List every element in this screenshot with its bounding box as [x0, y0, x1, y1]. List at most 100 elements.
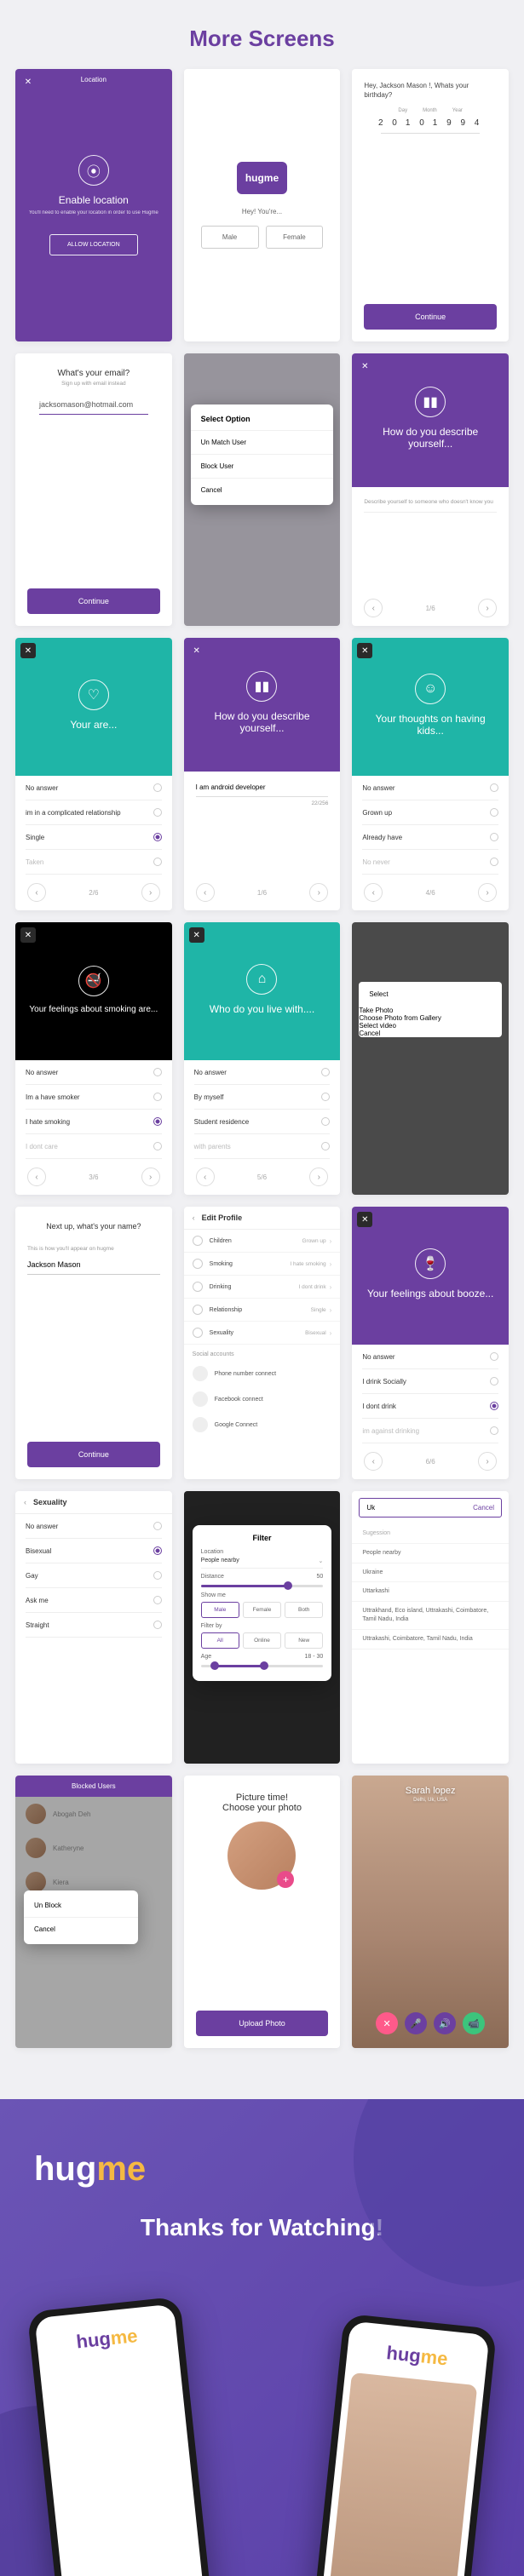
continue-button[interactable]: Continue: [364, 304, 497, 330]
filterby-segment[interactable]: AllOnlineNew: [201, 1632, 324, 1649]
edit-row[interactable]: SmokingI hate smoking›: [184, 1253, 341, 1276]
hangup-button[interactable]: ✕: [376, 2012, 398, 2034]
take-photo-option[interactable]: Take Photo: [359, 1007, 502, 1014]
prev-button[interactable]: ‹: [364, 1452, 383, 1471]
option-row[interactable]: I dont drink: [362, 1394, 498, 1419]
option-row[interactable]: im in a complicated relationship: [26, 800, 162, 825]
char-count: 22/256: [196, 800, 329, 806]
email-input[interactable]: jacksomason@hotmail.com: [39, 395, 148, 415]
option-row[interactable]: Gay: [26, 1563, 162, 1588]
video-button[interactable]: 📹: [463, 2012, 485, 2034]
next-button[interactable]: ›: [309, 883, 328, 902]
option-row[interactable]: Single: [26, 825, 162, 850]
unmatch-option[interactable]: Un Match User: [191, 430, 334, 454]
next-button[interactable]: ›: [478, 599, 497, 617]
social-row[interactable]: Google Connect: [184, 1412, 341, 1437]
female-option[interactable]: Female: [266, 226, 324, 249]
next-button[interactable]: ›: [141, 883, 160, 902]
baby-icon: ☺: [415, 674, 446, 704]
search-result[interactable]: Uttarkashi: [352, 1582, 509, 1602]
option-row[interactable]: Already have: [362, 825, 498, 850]
next-button[interactable]: ›: [478, 1452, 497, 1471]
back-icon[interactable]: ‹: [24, 1498, 26, 1506]
edit-row[interactable]: DrinkingI dont drink›: [184, 1276, 341, 1299]
unblock-option[interactable]: Un Block: [24, 1894, 138, 1917]
option-row[interactable]: Straight: [26, 1613, 162, 1638]
edit-row[interactable]: RelationshipSingle›: [184, 1299, 341, 1322]
prev-button[interactable]: ‹: [364, 883, 383, 902]
option-row[interactable]: Grown up: [362, 800, 498, 825]
close-icon[interactable]: ✕: [357, 643, 372, 658]
cancel-option[interactable]: Cancel: [24, 1917, 138, 1941]
option-row[interactable]: Bisexual: [26, 1539, 162, 1563]
close-icon[interactable]: ✕: [20, 74, 36, 89]
prev-button[interactable]: ‹: [364, 599, 383, 617]
distance-slider[interactable]: [201, 1585, 324, 1587]
option-row[interactable]: No answer: [194, 1060, 331, 1085]
option-row[interactable]: I hate smoking: [26, 1110, 162, 1134]
option-row[interactable]: with parents: [194, 1134, 331, 1159]
allow-location-button[interactable]: ALLOW LOCATION: [49, 234, 138, 255]
option-row[interactable]: No answer: [362, 1345, 498, 1369]
prev-button[interactable]: ‹: [196, 883, 215, 902]
cancel-option[interactable]: Cancel: [191, 478, 334, 502]
section-label: Social accounts: [184, 1345, 341, 1361]
date-picker[interactable]: 2 01 01 9 9 4: [364, 118, 497, 128]
prev-button[interactable]: ‹: [27, 1168, 46, 1186]
next-button[interactable]: ›: [478, 883, 497, 902]
cancel-option[interactable]: Cancel: [359, 1030, 502, 1037]
search-result[interactable]: People nearby: [352, 1544, 509, 1563]
location-field[interactable]: People nearby⌄: [201, 1558, 324, 1569]
option-row[interactable]: I drink Socially: [362, 1369, 498, 1394]
mic-button[interactable]: 🎤: [405, 2012, 427, 2034]
option-row[interactable]: No never: [362, 850, 498, 875]
social-row[interactable]: Phone number connect: [184, 1361, 341, 1386]
choose-gallery-option[interactable]: Choose Photo from Gallery: [359, 1014, 502, 1022]
social-row[interactable]: Facebook connect: [184, 1386, 341, 1412]
upload-photo-button[interactable]: Upload Photo: [196, 2011, 329, 2036]
option-row[interactable]: Im a have smoker: [26, 1085, 162, 1110]
next-button[interactable]: ›: [141, 1168, 160, 1186]
prev-button[interactable]: ‹: [27, 883, 46, 902]
name-input[interactable]: Jackson Mason: [27, 1255, 160, 1275]
option-row[interactable]: Student residence: [194, 1110, 331, 1134]
add-photo-icon[interactable]: +: [277, 1871, 294, 1888]
speaker-button[interactable]: 🔊: [434, 2012, 456, 2034]
cancel-button[interactable]: Cancel: [473, 1504, 494, 1512]
option-row[interactable]: Taken: [26, 850, 162, 875]
block-option[interactable]: Block User: [191, 454, 334, 478]
gender-segment[interactable]: MaleFemaleBoth: [201, 1602, 324, 1618]
close-icon[interactable]: ✕: [357, 359, 372, 374]
option-row[interactable]: No answer: [362, 776, 498, 800]
search-result[interactable]: Uttrakhand, Eco island, Uttrakashi, Coim…: [352, 1602, 509, 1630]
close-icon[interactable]: ✕: [189, 643, 204, 658]
close-icon[interactable]: ✕: [20, 643, 36, 658]
option-row[interactable]: No answer: [26, 776, 162, 800]
describe-input[interactable]: Describe yourself to someone who doesn't…: [364, 499, 497, 513]
edit-row[interactable]: SexualityBisexual›: [184, 1322, 341, 1345]
search-bar[interactable]: UkCancel: [359, 1498, 502, 1517]
search-result[interactable]: Uttrakashi, Coimbatore, Tamil Nadu, Indi…: [352, 1630, 509, 1649]
close-icon[interactable]: ✕: [189, 927, 204, 943]
option-row[interactable]: No answer: [26, 1514, 162, 1539]
male-option[interactable]: Male: [201, 226, 259, 249]
option-row[interactable]: Ask me: [26, 1588, 162, 1613]
next-button[interactable]: ›: [309, 1168, 328, 1186]
search-result[interactable]: Ukraine: [352, 1563, 509, 1583]
close-icon[interactable]: ✕: [20, 927, 36, 943]
email-prompt: What's your email?: [27, 369, 160, 378]
option-row[interactable]: im against drinking: [362, 1419, 498, 1443]
continue-button[interactable]: Continue: [27, 1442, 160, 1467]
option-row[interactable]: By myself: [194, 1085, 331, 1110]
describe-input[interactable]: I am android developer: [196, 783, 329, 797]
close-icon[interactable]: ✕: [357, 1212, 372, 1227]
option-row[interactable]: No answer: [26, 1060, 162, 1085]
prev-button[interactable]: ‹: [196, 1168, 215, 1186]
continue-button[interactable]: Continue: [27, 588, 160, 614]
edit-row[interactable]: ChildrenGrown up›: [184, 1230, 341, 1253]
age-slider[interactable]: [201, 1665, 324, 1667]
back-icon[interactable]: ‹: [193, 1213, 195, 1222]
option-row[interactable]: I dont care: [26, 1134, 162, 1159]
select-video-option[interactable]: Select video: [359, 1022, 502, 1030]
avatar-preview[interactable]: +: [227, 1822, 296, 1890]
